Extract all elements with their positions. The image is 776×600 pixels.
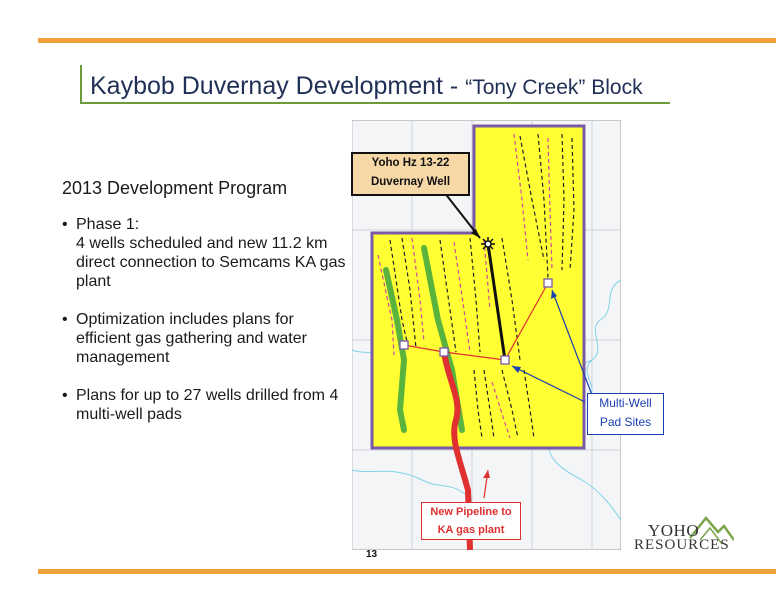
slide-title-sub: “Tony Creek” Block (465, 76, 643, 99)
bullet-phase-1: Phase 1: 4 wells scheduled and new 11.2 … (62, 215, 352, 291)
pipeline-callout: New Pipeline to KA gas plant (421, 502, 521, 540)
slide-title-main: Kaybob Duvernay Development - (90, 72, 466, 100)
yoho-resources-logo: YOHO RESOURCES (634, 514, 734, 562)
multi-well-pad-callout: Multi-Well Pad Sites (587, 393, 664, 435)
bullet-list: Phase 1: 4 wells scheduled and new 11.2 … (62, 215, 352, 443)
title-left-rule (80, 65, 82, 103)
title-underline (80, 102, 670, 104)
slide-title: Kaybob Duvernay Development - “Tony Cree… (90, 72, 643, 101)
top-accent-bar (38, 38, 776, 43)
yoho-well-symbol (481, 237, 495, 251)
bottom-accent-bar (38, 569, 776, 574)
bullet-wells-pads: Plans for up to 27 wells drilled from 4 … (62, 386, 352, 424)
yoho-well-callout: Yoho Hz 13-22 Duvernay Well (351, 152, 470, 196)
page-number: 13 (366, 549, 378, 560)
logo-line-2: RESOURCES (634, 537, 730, 553)
bullet-optimization: Optimization includes plans for efficien… (62, 310, 352, 367)
program-heading: 2013 Development Program (62, 178, 288, 198)
